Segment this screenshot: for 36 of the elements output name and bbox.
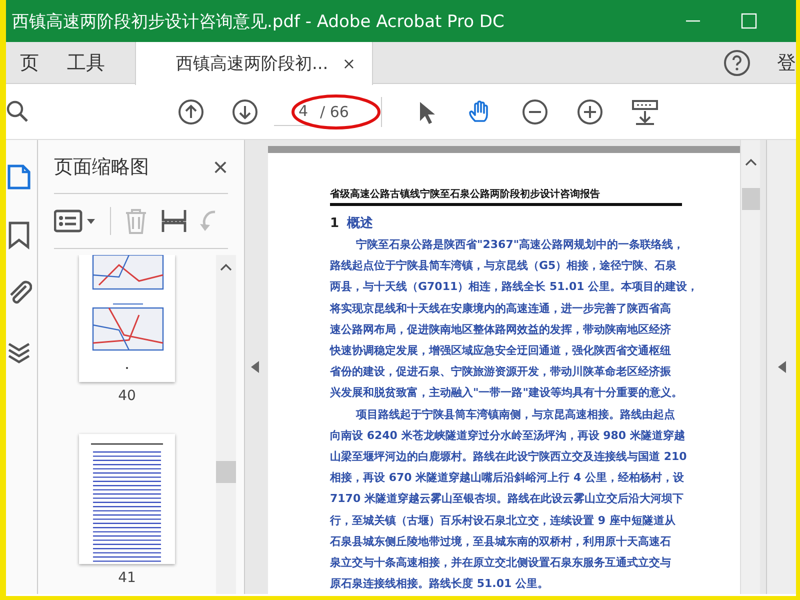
bookmark-icon[interactable] bbox=[6, 220, 32, 250]
page-number-label: 41 bbox=[118, 570, 136, 586]
maximize-icon[interactable] bbox=[740, 12, 758, 30]
paragraph: 项目路线起于宁陕县筒车湾镇南侧，与京昆高速相接。路线由起点 向南设 6240 米苍龙峡隧道穿过分水岭至汤坪沟，再设 980 米隧道穿越 山梁至堰坪河边的白鹿塬村。路线在此设宁陕西立交及连接线与国道 210 相接，再设 670 米隧道穿越山嘴后沿斜峪河上行 4 公里，经柏杨村，设 7170 米隧道穿越云雾山至银杏坝。路线在此设云雾山立交后沿大河坝下 行，至城关镇（古堰）百乐村设石泉北立交，连续设置 9 座中短隧道从 石泉县城东侧丘陵地带过境，至县城东南的双桥村，利用原十天高速石 泉立交与十条高速相接，并在原立交北侧设置石泉东服务互通式立交与 原石泉连接线相接。路线长度 51.01 公里。 bbox=[330, 406, 688, 592]
page-number-label: 40 bbox=[118, 388, 136, 404]
page-thumbnail[interactable] bbox=[79, 434, 175, 564]
section-heading: 概述 bbox=[347, 215, 374, 232]
page-total: / 66 bbox=[320, 102, 349, 120]
document-tab[interactable]: 西镇高速两阶段初... × bbox=[135, 42, 373, 85]
zoom-out-icon[interactable] bbox=[522, 98, 548, 124]
options-icon[interactable] bbox=[54, 208, 98, 234]
previous-page-icon[interactable] bbox=[178, 98, 204, 124]
next-page-icon[interactable] bbox=[232, 98, 258, 124]
close-panel-button[interactable]: × bbox=[212, 154, 228, 180]
help-icon[interactable] bbox=[723, 48, 751, 76]
close-tab-button[interactable]: × bbox=[342, 54, 356, 73]
window-title: 西镇高速两阶段初步设计咨询意见.pdf - Adobe Acrobat Pro DC bbox=[11, 10, 506, 32]
scrollbar-thumb[interactable] bbox=[742, 188, 760, 210]
scrollbar[interactable] bbox=[216, 255, 236, 594]
expand-panel-icon[interactable] bbox=[778, 361, 786, 373]
insert-pages-icon[interactable] bbox=[161, 208, 187, 234]
page-header: 省级高速公路古镇线宁陕至石泉公路两阶段初步设计咨询报告 bbox=[330, 187, 682, 206]
paragraph: 宁陕至石泉公路是陕西省"2367"高速公路网规划中的一条联络线， 路线起点位于宁陕县简车湾镇，与京昆线（G5）相接，途径宁陕、石泉 两县，与十天线（G7011）相连，路线全长 51.01 公里。本项目的建设， 将实现京昆线和十天线在安康境内的高速连通，进一步完善了陕西省高 速公路网布局，促进陕南地区整体路网效益的发挥，带动陕南地区经济 快速协调稳定发展，增强区域应急安全迂回通道，强化陕西省交通枢纽 省份的建设，促进石泉、宁陕旅游资源开发，带动川陕革命老区经济振 兴发展和脱贫致富，主动融入"一带一路"建设等均具有十分重要的意义。 bbox=[330, 237, 700, 402]
scroll-mode-icon[interactable] bbox=[632, 98, 658, 124]
nav-tab[interactable]: 工具 bbox=[53, 42, 119, 83]
scrollbar[interactable] bbox=[740, 140, 760, 594]
page-number-field[interactable]: 4 bbox=[274, 98, 312, 126]
nav-tab[interactable]: 页 bbox=[6, 42, 53, 83]
sign-in-link[interactable]: 登 bbox=[777, 50, 796, 76]
scrollbar-thumb[interactable] bbox=[216, 461, 236, 483]
heading-number: 1 bbox=[330, 216, 340, 231]
zoom-in-icon[interactable] bbox=[576, 98, 603, 124]
collapse-left-icon[interactable] bbox=[251, 361, 259, 373]
page-thumbnail[interactable] bbox=[79, 255, 175, 382]
panel-title: 页面缩略图 bbox=[54, 154, 149, 180]
page-icon[interactable] bbox=[6, 162, 32, 192]
